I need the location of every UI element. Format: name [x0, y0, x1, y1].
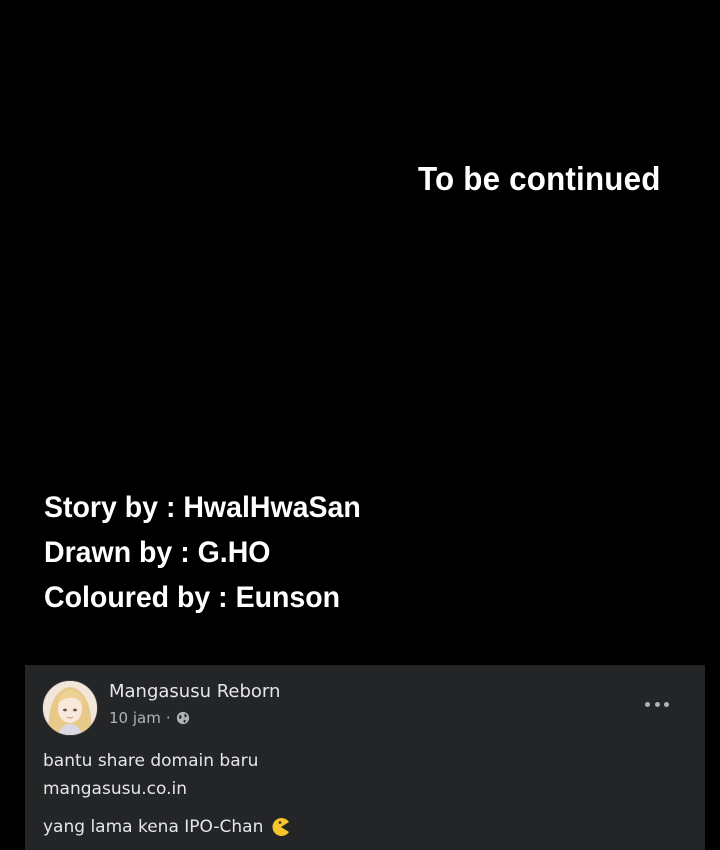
post-body: bantu share domain baru mangasusu.co.in … [43, 747, 291, 841]
post-line-1: bantu share domain baru [43, 751, 259, 771]
credits-block: Story by : HwalHwaSan Drawn by : G.HO Co… [44, 485, 377, 620]
avatar-image [43, 681, 97, 735]
story-credit: Story by : HwalHwaSan [44, 491, 361, 524]
more-options-icon[interactable] [645, 697, 669, 711]
post-author-name[interactable]: Mangasusu Reborn [109, 681, 280, 702]
pac-man-emoji-icon [272, 818, 290, 836]
avatar[interactable] [42, 680, 98, 736]
meta-separator: · [165, 709, 171, 727]
drawn-credit: Drawn by : G.HO [44, 536, 271, 569]
post-meta: 10 jam · [109, 709, 190, 727]
facebook-post-card: Mangasusu Reborn 10 jam · bantu share do… [25, 665, 705, 850]
globe-icon [176, 711, 189, 725]
post-line-3: yang lama kena IPO-Chan [43, 817, 264, 837]
post-link[interactable]: mangasusu.co.in [43, 775, 291, 803]
coloured-credit: Coloured by : Eunson [44, 581, 341, 614]
post-timestamp[interactable]: 10 jam [109, 709, 161, 727]
post-line-3-row: yang lama kena IPO-Chan [43, 813, 291, 841]
to-be-continued-text: To be continued [418, 160, 661, 197]
